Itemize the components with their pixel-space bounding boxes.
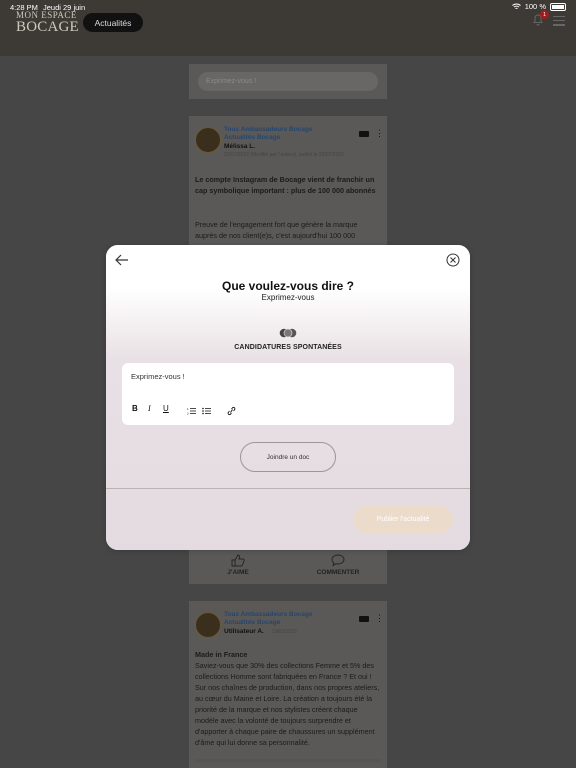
post-meta: Tous Ambassadeurs Bocage Actualités Boca… [224,611,313,636]
nav-actualites-button[interactable]: Actualités [83,13,143,32]
close-icon[interactable] [446,253,460,267]
logo[interactable]: MON ESPACE BOCAGE [16,11,79,35]
back-arrow-icon[interactable] [115,254,129,266]
battery-percent: 100 % [524,2,546,11]
more-options-icon[interactable]: ⋮ [375,128,384,139]
modal-subtitle: Exprimez-vous [261,293,315,302]
logo-line2: BOCAGE [16,19,79,35]
home-indicator [195,759,381,762]
underline-button[interactable]: U [163,403,169,415]
post-author: Utilisateur A. 13/03/2023 [224,628,313,636]
comment-label: COMMENTER [316,569,360,576]
post-body: Saviez-vous que 30% des collections Femm… [195,661,380,747]
more-options-icon[interactable]: ⋮ [375,613,384,624]
link-icon[interactable] [227,405,236,417]
post-editor[interactable]: Exprimez-vous ! B I U 1 2 [122,363,454,425]
post-composer: Exprimez-vous ! [189,64,387,99]
divider [106,488,470,489]
editor-placeholder: Exprimez-vous ! [131,372,185,381]
thumbs-up-icon [231,554,245,567]
comment-button[interactable]: COMMENTER [293,554,383,576]
wifi-icon [511,3,521,9]
svg-text:2: 2 [187,412,189,416]
modal-title: Que voulez-vous dire ? [221,279,355,293]
bold-button[interactable]: B [132,403,138,415]
battery-icon [550,2,566,11]
avatar[interactable] [195,127,221,153]
post-group[interactable]: Tous Ambassadeurs Bocage [224,126,344,134]
like-label: J'AIME [227,569,249,576]
avatar[interactable] [195,612,221,638]
post-card: Tous Ambassadeurs Bocage Actualités Boca… [189,601,387,768]
category-label: CANDIDATURES SPONTANÉES [234,344,342,351]
tag-icon [359,616,369,622]
status-date: Jeudi 29 juin [43,3,86,12]
post-interactions: J'AIME COMMENTER [189,548,387,584]
post-headline: Made in France [195,650,248,659]
post-category[interactable]: Actualités Bocage [224,134,344,142]
tag-icon [359,131,369,137]
post-group[interactable]: Tous Ambassadeurs Bocage [224,611,313,619]
status-time: 4:28 PM [10,3,38,12]
menu-icon[interactable] [553,16,565,26]
post-meta: Tous Ambassadeurs Bocage Actualités Boca… [224,126,344,159]
attach-document-button[interactable]: Joindre un doc [240,442,336,472]
post-author-name[interactable]: Utilisateur A. [224,628,264,635]
ordered-list-icon[interactable]: 1 2 [187,405,196,417]
post-category[interactable]: Actualités Bocage [224,619,313,627]
status-bar: 4:28 PM Jeudi 29 juin 100 % [0,0,576,14]
post-date: 22/07/2022 (Modifié par l'auteur), publi… [224,152,344,158]
post-card: Tous Ambassadeurs Bocage Actualités Boca… [189,116,387,246]
post-author[interactable]: Mélissa L. [224,143,344,151]
like-button[interactable]: J'AIME [193,554,283,576]
italic-button[interactable]: I [148,403,151,415]
post-body: Preuve de l'engagement fort que génère l… [195,220,358,240]
publish-button[interactable]: Publier l'actualité [353,506,453,533]
svg-text:1: 1 [187,407,189,411]
composer-input[interactable]: Exprimez-vous ! [198,72,378,91]
bullet-list-icon[interactable] [202,405,211,417]
comment-icon [331,554,345,567]
create-post-modal: Que voulez-vous dire ? Exprimez-vous CAN… [106,245,470,550]
post-headline: Le compte Instagram de Bocage vient de f… [195,175,376,195]
post-date: 13/03/2023 [271,629,297,635]
category-icon [279,328,297,338]
